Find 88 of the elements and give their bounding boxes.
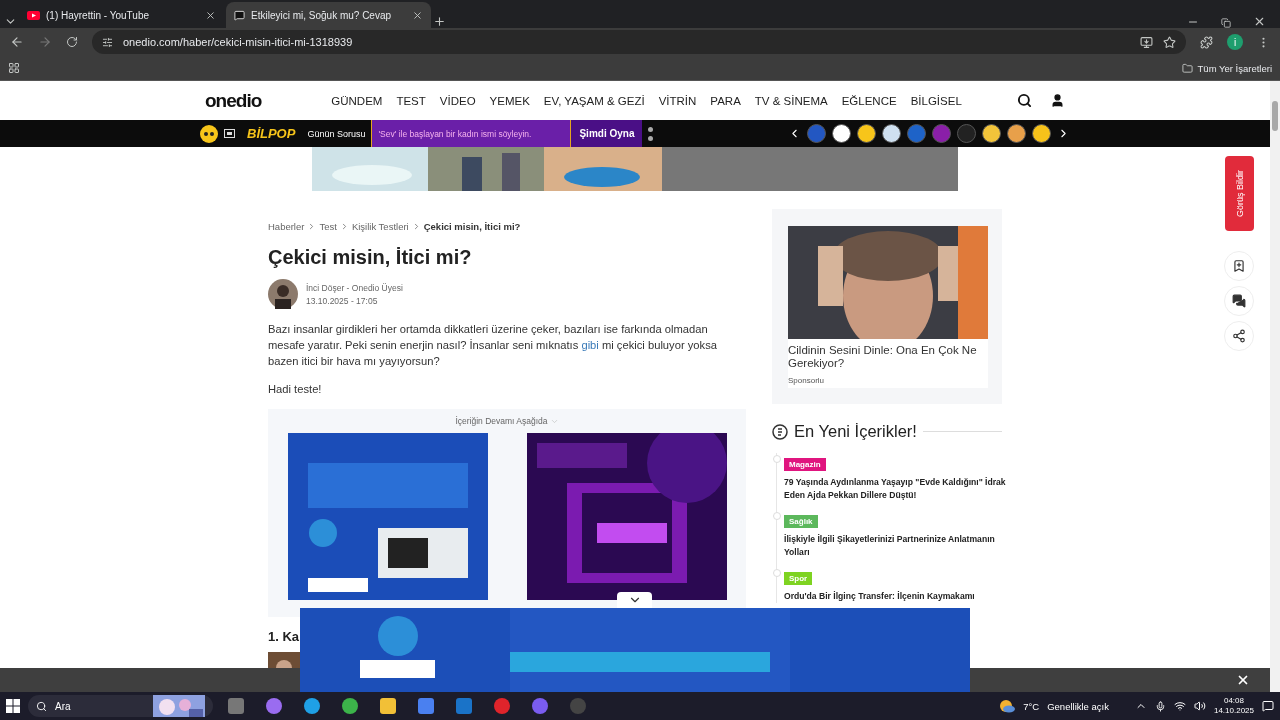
breadcrumb-link[interactable]: Kişilik Testleri xyxy=(351,221,409,232)
pager-dots-icon[interactable] xyxy=(648,126,654,141)
nav-link[interactable]: GÜNDEM xyxy=(331,94,383,107)
scrollbar-thumb[interactable] xyxy=(1272,101,1278,131)
nav-link[interactable]: EĞLENCE xyxy=(841,94,897,107)
card-icon[interactable] xyxy=(224,129,235,138)
reload-icon[interactable] xyxy=(66,36,78,48)
collapse-button[interactable] xyxy=(617,592,652,608)
nav-link[interactable]: PARA xyxy=(710,94,741,107)
wifi-icon[interactable] xyxy=(1173,700,1186,712)
close-icon[interactable] xyxy=(1236,673,1250,687)
section-title: En Yeni İçerikler! xyxy=(794,422,917,441)
play-icon[interactable] xyxy=(27,10,40,20)
nav-link[interactable]: VİDEO xyxy=(439,94,476,107)
site-settings-icon[interactable] xyxy=(102,36,113,48)
gamepad-icon[interactable] xyxy=(200,124,218,143)
author-avatar[interactable] xyxy=(268,279,298,309)
headline-link[interactable]: 79 Yaşında Aydınlanma Yaşayıp "Evde Kaldığını" İdrak Eden Ajda Pekkan Dillere Düştü! xyxy=(784,476,1006,502)
headline-link[interactable]: Ordu'da Bir İlginç Transfer: İlçenin Kaymakamı xyxy=(784,590,1006,603)
sponsored-title[interactable]: Cildinin Sesini Dinle: Ona En Çok Ne Gerekiyor? xyxy=(788,344,988,370)
clock[interactable]: 04:08 14.10.2025 xyxy=(1213,696,1254,716)
call-paragraph: Hadi teste! xyxy=(268,382,323,397)
address-bar[interactable]: onedio.com/haber/cekici-misin-itici-mi-1318939 xyxy=(92,30,1186,54)
quiz-question: 'Sev' ile başlayan bir kadın ismi söyleyin. xyxy=(371,120,572,147)
continue-label: İçeriğin Devamı Aşağıda xyxy=(455,416,559,426)
intro-paragraph: Bazı insanlar girdikleri her ortamda dikkatleri üzerine çeker, bazıları ise farkında olmadan mesafe yaratır. Peki senin enerjin nasıl? İnsanlar seni mıknatıs gibi mi çekici buluyor yoksa bazen itici bir hava mı yayıyorsun? xyxy=(268,322,718,369)
chat-bubbles-icon xyxy=(1232,294,1246,308)
nav-link[interactable]: YEMEK xyxy=(489,94,530,107)
share-icon xyxy=(1232,329,1246,343)
article-title: Çekici misin, İtici mi? xyxy=(268,246,473,269)
close-icon[interactable] xyxy=(412,9,423,21)
publish-date: 13.10.2025 - 17:05 xyxy=(306,295,379,306)
section-heading: 1. Ka xyxy=(268,629,300,644)
sponsored-label: Sponsorlu xyxy=(788,376,826,387)
close-icon[interactable] xyxy=(1253,15,1266,28)
play-button[interactable]: Şimdi Oyna xyxy=(571,120,643,147)
nav-link[interactable]: EV, YAŞAM & GEZİ xyxy=(543,94,645,107)
search-icon[interactable] xyxy=(1017,93,1032,108)
close-icon[interactable] xyxy=(205,9,216,21)
volume-icon[interactable] xyxy=(1193,700,1206,712)
install-icon[interactable] xyxy=(1140,35,1153,49)
bookmark-button[interactable] xyxy=(1224,251,1254,281)
speech-bubble-icon[interactable] xyxy=(234,9,245,21)
headline-link[interactable]: İlişkiyle İlgili Şikayetlerinizi Partnerinize Anlatmanın Yolları xyxy=(784,533,1006,559)
breadcrumb-link[interactable]: Haberler xyxy=(268,221,305,232)
quiz-label: Günün Sorusu xyxy=(307,128,366,139)
author-name[interactable]: İnci Döşer - Onedio Üyesi xyxy=(306,282,403,293)
channel-logo-icon[interactable] xyxy=(857,124,876,143)
sponsored-card[interactable]: Cildinin Sesini Dinle: Ona En Çok Ne Gerekiyor? Sponsorlu xyxy=(772,209,1002,404)
breadcrumb-link[interactable]: Çekici misin, İtici mi? xyxy=(423,221,521,232)
bookmark-plus-icon xyxy=(1232,259,1246,273)
browser-tab[interactable]: (1) Hayrettin - YouTube xyxy=(19,2,224,28)
feedback-button[interactable]: Görüş Bildir xyxy=(1224,156,1254,231)
apps-icon[interactable] xyxy=(8,62,20,74)
windows-icon[interactable] xyxy=(6,699,20,713)
channel-logo-icon[interactable] xyxy=(832,124,851,143)
sun-cloud-icon[interactable] xyxy=(999,699,1016,713)
inline-link[interactable]: gibi xyxy=(581,339,599,351)
channel-logo-icon[interactable] xyxy=(1007,124,1026,143)
nav-link[interactable]: TV & SİNEMA xyxy=(754,94,828,107)
sticker-icon xyxy=(772,423,788,440)
channel-logo-icon[interactable] xyxy=(1032,124,1051,143)
bookmarks-folder[interactable]: Tüm Yer İşaretleri xyxy=(1181,62,1272,74)
forward-icon[interactable] xyxy=(38,35,52,49)
channel-logo-icon[interactable] xyxy=(982,124,1001,143)
breadcrumb-link[interactable]: Test xyxy=(319,221,337,232)
user-icon[interactable] xyxy=(1050,93,1065,108)
category-tag[interactable]: Magazin xyxy=(784,458,826,471)
nav-link[interactable]: VİTRİN xyxy=(658,94,697,107)
nav-link[interactable]: TEST xyxy=(396,94,426,107)
search-icon xyxy=(36,700,47,712)
new-tab-icon[interactable] xyxy=(433,15,446,28)
notification-icon[interactable] xyxy=(1262,700,1274,712)
nav-link[interactable]: BİLGİSEL xyxy=(910,94,962,107)
back-icon[interactable] xyxy=(10,35,24,49)
browser-tab[interactable]: Etkileyici mi, Soğuk mu? Cevap xyxy=(226,2,431,28)
mic-icon[interactable] xyxy=(1154,700,1166,712)
taskbar-search[interactable]: Ara xyxy=(28,695,213,717)
comments-button[interactable] xyxy=(1224,286,1254,316)
share-button[interactable] xyxy=(1224,321,1254,351)
temperature[interactable]: 7°C xyxy=(1023,700,1040,712)
weather-text[interactable]: Genellikle açık xyxy=(1047,700,1109,712)
channel-logo-icon[interactable] xyxy=(882,124,901,143)
quiz-brand[interactable]: BİLPOP xyxy=(247,126,296,141)
site-logo[interactable]: onedio xyxy=(205,89,262,112)
star-icon[interactable] xyxy=(1163,35,1176,49)
restore-icon[interactable] xyxy=(1221,18,1231,28)
extensions-icon[interactable] xyxy=(1200,35,1213,49)
